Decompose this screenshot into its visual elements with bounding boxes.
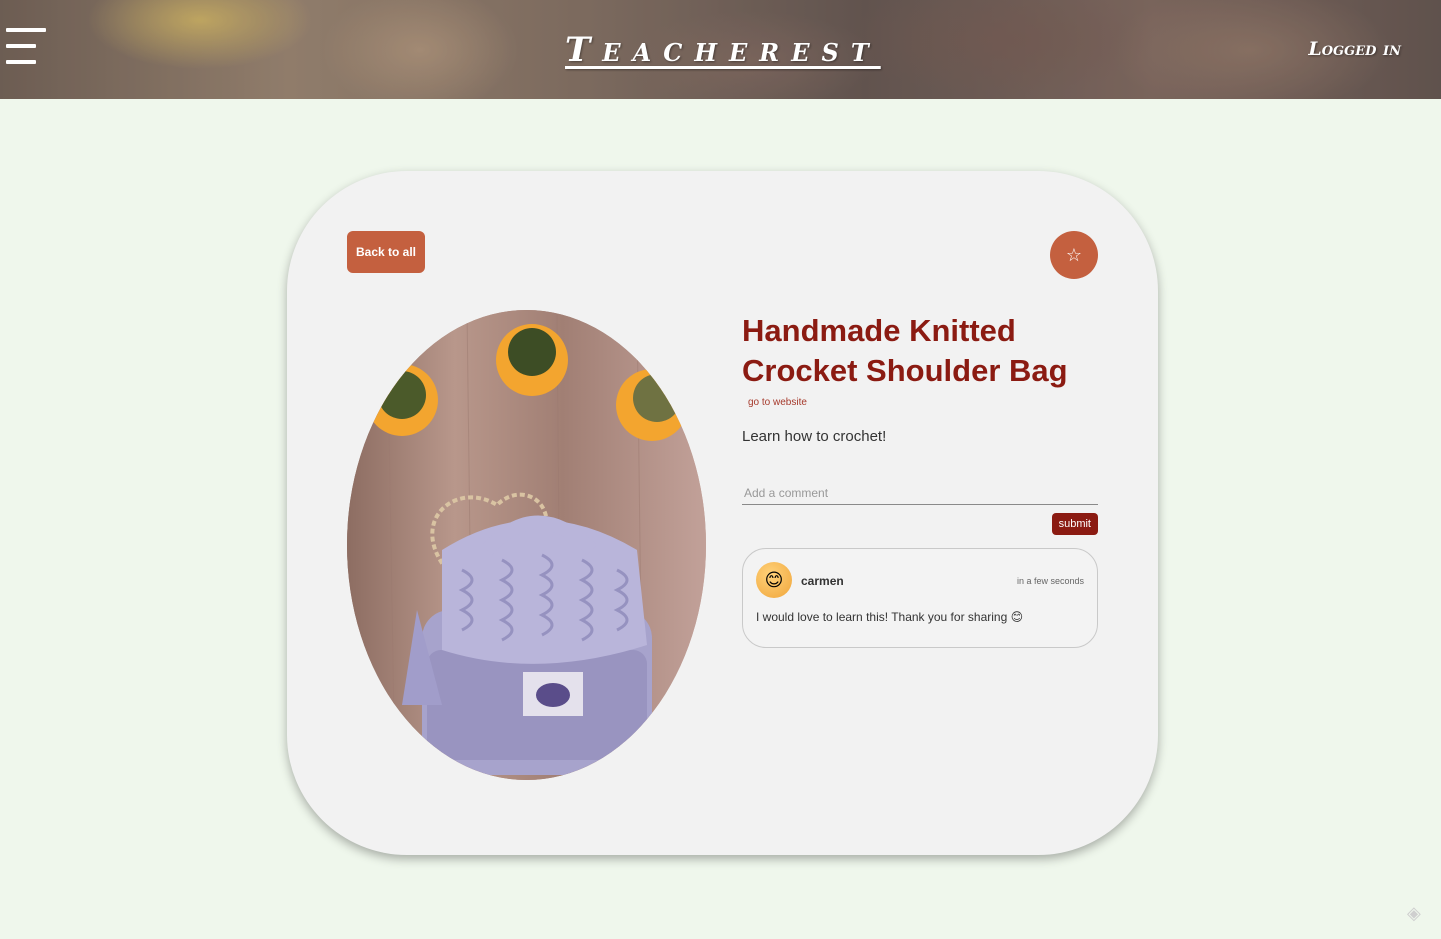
login-status[interactable]: Logged in (1308, 38, 1401, 60)
post-title: Handmade Knitted Crocket Shoulder Bag (742, 313, 1068, 388)
post-card: Back to all ☆ Handmade Knitted Crocket S… (287, 171, 1158, 855)
favorite-star-icon[interactable]: ☆ (1050, 231, 1098, 279)
brand-title[interactable]: Teacherest (565, 30, 881, 70)
comment-input[interactable] (742, 481, 1098, 505)
go-to-website-link[interactable]: go to website (748, 397, 1098, 408)
feedback-icon[interactable]: ◈ (1407, 903, 1429, 925)
post-details: Handmade Knitted Crocket Shoulder Bag go… (742, 311, 1098, 648)
comment-timestamp: in a few seconds (1016, 576, 1084, 586)
comment-text: I would love to learn this! Thank you fo… (756, 610, 1024, 624)
hamburger-menu-icon[interactable] (6, 28, 46, 66)
avatar: 😊 (756, 562, 792, 598)
comment-author: carmen (801, 574, 844, 588)
submit-comment-button[interactable]: submit (1051, 513, 1098, 535)
header-banner: Teacherest Logged in (0, 0, 1441, 99)
comment-item: 😊 carmen in a few seconds I would love t… (742, 548, 1098, 648)
post-image (347, 310, 706, 780)
post-description: Learn how to crochet! (742, 428, 887, 445)
submit-row: submit (742, 513, 1098, 535)
back-to-all-button[interactable]: Back to all (347, 231, 425, 273)
